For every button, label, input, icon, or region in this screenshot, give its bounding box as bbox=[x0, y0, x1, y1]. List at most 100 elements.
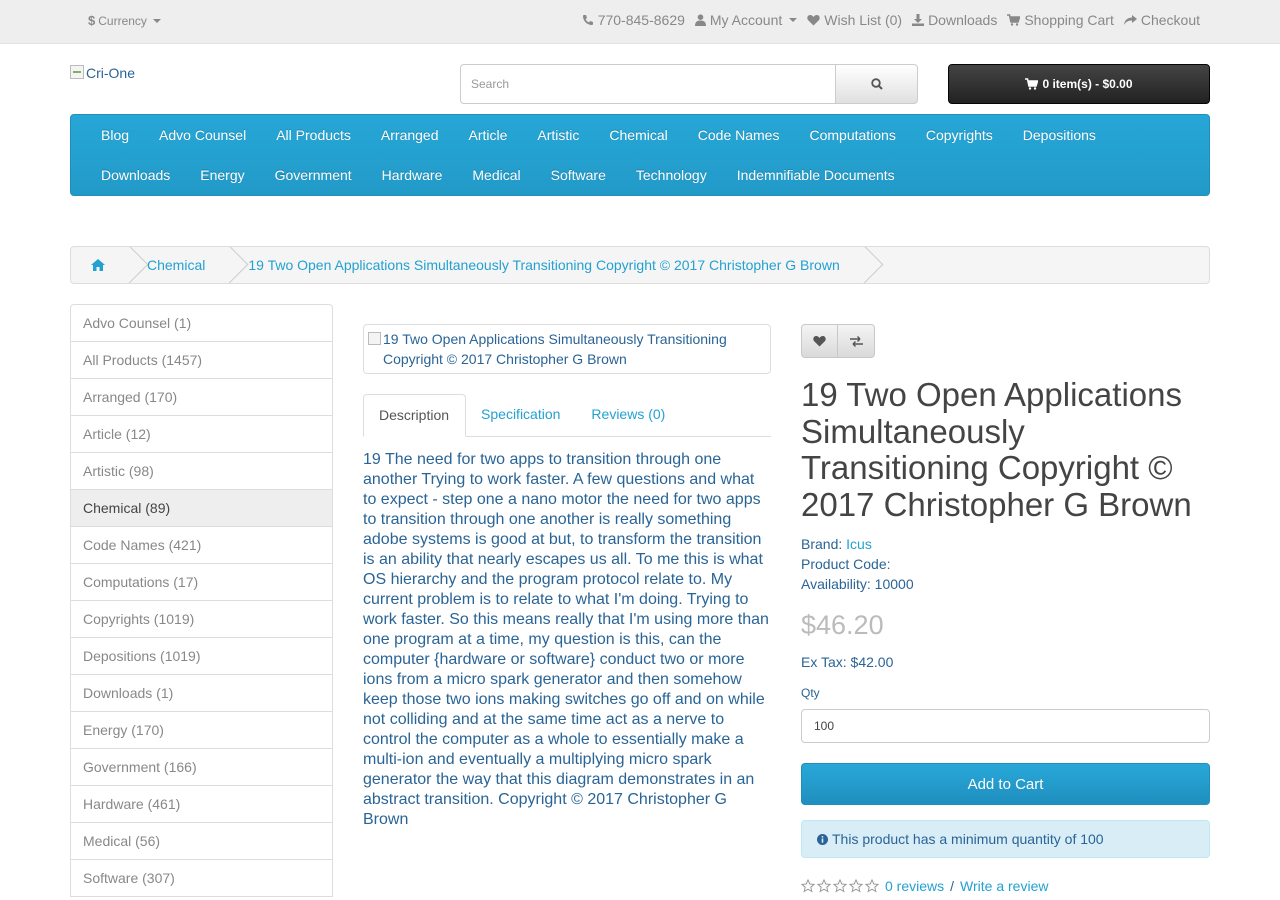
cart-summary-text: 0 item(s) - $0.00 bbox=[1042, 77, 1133, 91]
heart-icon bbox=[807, 14, 820, 26]
star-empty-icon bbox=[817, 879, 831, 893]
cart-icon bbox=[1025, 78, 1039, 90]
add-to-wishlist-button[interactable] bbox=[801, 324, 838, 358]
sidebar-item-energy[interactable]: Energy (170) bbox=[71, 712, 332, 749]
tab-reviews[interactable]: Reviews (0) bbox=[576, 394, 681, 436]
sidebar-item-computations[interactable]: Computations (17) bbox=[71, 564, 332, 601]
menu-item-all-products[interactable]: All Products bbox=[261, 115, 366, 155]
rating-stars bbox=[801, 879, 879, 893]
chevron-down-icon bbox=[152, 18, 161, 23]
menu-item-software[interactable]: Software bbox=[536, 155, 621, 195]
reviews-link[interactable]: 0 reviews bbox=[885, 878, 944, 894]
download-icon bbox=[912, 14, 925, 26]
top-bar: $ Currency 770-845-8629 My Account Wish … bbox=[0, 0, 1280, 44]
menu-item-blog[interactable]: Blog bbox=[86, 115, 144, 155]
sidebar-item-software[interactable]: Software (307) bbox=[71, 860, 332, 897]
product-code-row: Product Code: bbox=[801, 554, 914, 574]
breadcrumb-separator bbox=[119, 247, 131, 283]
menu-item-depositions[interactable]: Depositions bbox=[1008, 115, 1111, 155]
ex-tax-price: Ex Tax: $42.00 bbox=[801, 654, 894, 670]
sidebar-item-government[interactable]: Government (166) bbox=[71, 749, 332, 786]
sidebar-item-downloads[interactable]: Downloads (1) bbox=[71, 675, 332, 712]
menu-item-code-names[interactable]: Code Names bbox=[683, 115, 795, 155]
sidebar-item-artistic[interactable]: Artistic (98) bbox=[71, 453, 332, 490]
sidebar-item-medical[interactable]: Medical (56) bbox=[71, 823, 332, 860]
product-actions bbox=[801, 324, 875, 358]
menu-item-computations[interactable]: Computations bbox=[794, 115, 910, 155]
downloads-label: Downloads bbox=[928, 12, 998, 28]
compare-button[interactable] bbox=[838, 324, 875, 358]
add-to-cart-button[interactable]: Add to Cart bbox=[801, 763, 1210, 805]
search-button[interactable] bbox=[835, 64, 918, 104]
menu-item-technology[interactable]: Technology bbox=[621, 155, 722, 195]
qty-label: Qty bbox=[801, 686, 820, 700]
product-image-alt: 19 Two Open Applications Simultaneously … bbox=[383, 331, 727, 367]
menu-item-artistic[interactable]: Artistic bbox=[522, 115, 594, 155]
product-image-thumbnail[interactable]: 19 Two Open Applications Simultaneously … bbox=[363, 324, 771, 374]
menu-item-advo-counsel[interactable]: Advo Counsel bbox=[144, 115, 261, 155]
info-circle-icon bbox=[817, 833, 828, 845]
product-meta: Brand: Icus Product Code: Availability: … bbox=[801, 534, 914, 594]
home-icon bbox=[91, 259, 105, 271]
category-sidebar: Advo Counsel (1) All Products (1457) Arr… bbox=[70, 304, 333, 897]
breadcrumb-item-product[interactable]: 19 Two Open Applications Simultaneously … bbox=[231, 247, 853, 283]
brand-link[interactable]: Icus bbox=[846, 536, 872, 552]
breadcrumb-separator bbox=[219, 247, 231, 283]
sidebar-item-chemical[interactable]: Chemical (89) bbox=[71, 490, 332, 527]
share-icon bbox=[1123, 15, 1137, 25]
site-logo[interactable]: Cri-One bbox=[70, 65, 135, 81]
broken-image-icon bbox=[368, 332, 381, 345]
menu-item-chemical[interactable]: Chemical bbox=[594, 115, 682, 155]
write-review-link[interactable]: Write a review bbox=[960, 878, 1048, 894]
sidebar-item-arranged[interactable]: Arranged (170) bbox=[71, 379, 332, 416]
minimum-quantity-alert: This product has a minimum quantity of 1… bbox=[801, 820, 1210, 858]
menu-item-downloads[interactable]: Downloads bbox=[86, 155, 185, 195]
product-title: 19 Two Open Applications Simultaneously … bbox=[801, 376, 1192, 523]
shopping-cart-label: Shopping Cart bbox=[1024, 12, 1114, 28]
phone-link[interactable]: 770-845-8629 bbox=[582, 12, 685, 28]
currency-dropdown[interactable]: $ Currency bbox=[88, 13, 161, 28]
tab-description[interactable]: Description bbox=[363, 394, 467, 437]
star-empty-icon bbox=[865, 879, 879, 893]
cart-summary-button[interactable]: 0 item(s) - $0.00 bbox=[948, 64, 1210, 104]
wish-list-link[interactable]: Wish List (0) bbox=[807, 12, 902, 28]
checkout-link[interactable]: Checkout bbox=[1123, 12, 1200, 28]
shopping-cart-link[interactable]: Shopping Cart bbox=[1007, 12, 1114, 28]
menu-item-indemnifiable-documents[interactable]: Indemnifiable Documents bbox=[722, 155, 910, 195]
sidebar-item-code-names[interactable]: Code Names (421) bbox=[71, 527, 332, 564]
review-separator: / bbox=[950, 878, 955, 894]
menu-item-medical[interactable]: Medical bbox=[457, 155, 535, 195]
checkout-label: Checkout bbox=[1140, 12, 1200, 28]
sidebar-item-advo-counsel[interactable]: Advo Counsel (1) bbox=[71, 305, 332, 342]
downloads-link[interactable]: Downloads bbox=[912, 12, 997, 28]
quantity-input[interactable] bbox=[801, 709, 1210, 743]
breadcrumb-separator bbox=[854, 247, 866, 283]
star-empty-icon bbox=[833, 879, 847, 893]
menu-item-hardware[interactable]: Hardware bbox=[367, 155, 458, 195]
menu-item-arranged[interactable]: Arranged bbox=[366, 115, 454, 155]
exchange-icon bbox=[849, 335, 863, 347]
menu-item-copyrights[interactable]: Copyrights bbox=[911, 115, 1008, 155]
cart-icon bbox=[1007, 14, 1021, 26]
search-input[interactable] bbox=[460, 64, 835, 104]
sidebar-item-copyrights[interactable]: Copyrights (1019) bbox=[71, 601, 332, 638]
menu-item-article[interactable]: Article bbox=[454, 115, 523, 155]
tab-specification[interactable]: Specification bbox=[466, 394, 576, 436]
availability-row: Availability: 10000 bbox=[801, 574, 914, 594]
availability-label: Availability: bbox=[801, 576, 871, 592]
sidebar-item-article[interactable]: Article (12) bbox=[71, 416, 332, 453]
my-account-dropdown[interactable]: My Account bbox=[694, 12, 798, 28]
chevron-down-icon bbox=[789, 18, 798, 22]
sidebar-item-hardware[interactable]: Hardware (461) bbox=[71, 786, 332, 823]
top-links: 770-845-8629 My Account Wish List (0) Do… bbox=[582, 12, 1200, 28]
user-icon bbox=[694, 14, 706, 26]
sidebar-item-all-products[interactable]: All Products (1457) bbox=[71, 342, 332, 379]
menu-item-energy[interactable]: Energy bbox=[185, 155, 259, 195]
product-rating: 0 reviews / Write a review bbox=[801, 878, 1048, 894]
product-description: 19 The need for two apps to transition t… bbox=[363, 451, 769, 828]
logo-alt-text: Cri-One bbox=[86, 65, 136, 81]
sidebar-item-depositions[interactable]: Depositions (1019) bbox=[71, 638, 332, 675]
menu-item-government[interactable]: Government bbox=[260, 155, 367, 195]
my-account-label: My Account bbox=[709, 12, 783, 28]
category-menu: Blog Advo Counsel All Products Arranged … bbox=[70, 114, 1210, 196]
